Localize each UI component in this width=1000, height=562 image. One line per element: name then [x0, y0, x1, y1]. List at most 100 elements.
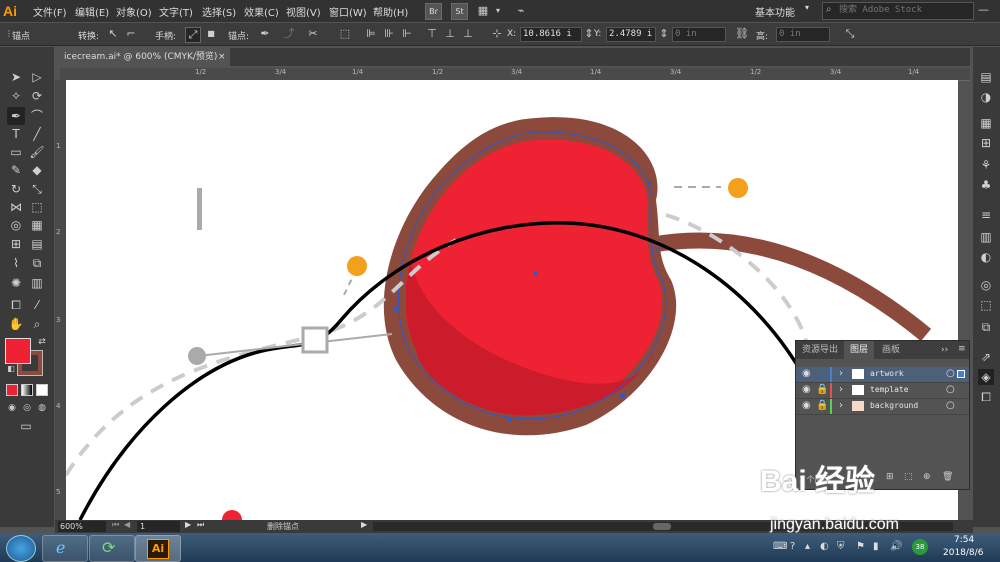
artboards-icon[interactable]: ⧠ — [978, 389, 994, 405]
menu-window[interactable]: 窗口(W) — [329, 4, 367, 19]
illustrator-taskbar-button[interactable]: Ai — [135, 535, 181, 562]
x-field[interactable]: 10.8616 i — [520, 27, 582, 42]
align-right-icon[interactable]: ⊩ — [400, 27, 414, 41]
rectangle-tool-icon[interactable]: ▭ — [7, 143, 25, 161]
menu-select[interactable]: 选择(S) — [202, 4, 236, 19]
menu-object[interactable]: 对象(O) — [116, 4, 152, 19]
connect-anchors-icon[interactable]: ⤴ — [282, 27, 296, 41]
flag-icon[interactable]: ⚑ — [856, 541, 865, 552]
draw-inside-icon[interactable]: ◍ — [33, 399, 51, 417]
eyedropper-tool-icon[interactable]: ⌇ — [7, 254, 25, 272]
mesh-tool-icon[interactable]: ⊞ — [7, 235, 25, 253]
target-icon[interactable]: ○ — [946, 368, 955, 379]
convert-corner-icon[interactable]: ↖ — [106, 27, 120, 41]
lock-icon[interactable]: 🔒 — [816, 384, 828, 395]
gradient-icon[interactable]: ▥ — [978, 229, 994, 245]
update-taskbar-button[interactable]: ⟳ — [89, 535, 135, 562]
slice-tool-icon[interactable]: ⁄ — [28, 296, 46, 314]
clock-date[interactable]: 2018/8/6 — [943, 548, 983, 558]
trash-icon[interactable]: 🗑 — [942, 472, 953, 482]
symbol-sprayer-tool-icon[interactable]: ✺ — [7, 274, 25, 292]
anchor-point[interactable] — [648, 181, 651, 184]
layer-name[interactable]: template — [870, 385, 909, 394]
target-icon[interactable]: ○ — [946, 384, 955, 395]
convert-smooth-icon[interactable]: ⌐ — [124, 27, 138, 41]
symbols-icon[interactable]: ♣ — [978, 177, 994, 193]
gradient-tool-icon[interactable]: ▤ — [28, 235, 46, 253]
arrange-documents-icon[interactable]: ▦ — [476, 4, 490, 18]
lasso-tool-icon[interactable]: ⟳ — [28, 87, 46, 105]
anchor-point[interactable] — [508, 418, 511, 421]
anchor-point[interactable] — [394, 308, 397, 311]
direct-selection-tool-icon[interactable]: ▷ — [28, 68, 46, 86]
bridge-button[interactable]: Br — [425, 3, 442, 20]
zoom-tool-icon[interactable]: ⌕ — [28, 315, 46, 333]
clock-time[interactable]: 7:54 — [954, 535, 974, 545]
cut-path-icon[interactable]: ✂ — [306, 27, 320, 41]
free-transform-tool-icon[interactable]: ⬚ — [28, 198, 46, 216]
minimize-icon[interactable]: — — [978, 3, 989, 16]
network-icon[interactable]: ▮ — [873, 541, 879, 552]
appearance-icon[interactable]: ◎ — [978, 277, 994, 293]
handle-point[interactable] — [188, 347, 206, 365]
next-artboard-icon[interactable]: ▶ — [185, 520, 191, 529]
link-icon[interactable]: ⛓ — [735, 27, 749, 41]
blend-tool-icon[interactable]: ⧉ — [28, 254, 46, 272]
cherry-stem[interactable] — [649, 232, 932, 342]
align-center-icon[interactable]: ⊪ — [382, 27, 396, 41]
brushes-icon[interactable]: ⚘ — [978, 157, 994, 173]
scale-tool-icon[interactable]: ⤡ — [28, 180, 46, 198]
clipping-mask-icon[interactable]: ⬚ — [904, 472, 913, 482]
layer-row-template[interactable]: ◉ 🔒 › template ○ — [796, 383, 969, 399]
chevron-right-icon[interactable]: › — [839, 384, 843, 395]
stroke-icon[interactable]: ≡ — [978, 207, 994, 223]
stock-button[interactable]: St — [451, 3, 468, 20]
hide-handles-icon[interactable]: ■ — [204, 27, 218, 41]
align-icon[interactable]: ⧉ — [978, 319, 994, 335]
screen-mode-icon[interactable]: ▭ — [17, 417, 35, 435]
line-tool-icon[interactable]: ╱ — [28, 125, 46, 143]
transparency-icon[interactable]: ◐ — [978, 249, 994, 265]
tab-layers[interactable]: 图层 — [844, 341, 875, 359]
last-artboard-icon[interactable]: ⏭ — [197, 520, 204, 530]
chevron-right-icon[interactable]: › — [839, 400, 843, 411]
lock-icon[interactable]: 🔒 — [816, 400, 828, 411]
tab-document[interactable]: icecream.ai* @ 600% (CMYK/预览) × — [60, 48, 230, 66]
orange-handle-point[interactable] — [728, 178, 748, 198]
layer-row-artwork[interactable]: ◉ › artwork ○ — [796, 367, 969, 383]
new-layer-icon[interactable]: ⊕ — [923, 472, 931, 482]
keyboard-icon[interactable]: ⌨ — [773, 541, 787, 552]
color-icon[interactable]: ◑ — [978, 89, 994, 105]
menu-effect[interactable]: 效果(C) — [244, 4, 279, 19]
tray-arrow-icon[interactable]: ▴ — [805, 541, 810, 552]
target-icon[interactable]: ○ — [946, 400, 955, 411]
anchor-point[interactable] — [657, 248, 660, 251]
align-top-icon[interactable]: ⊤ — [425, 27, 439, 41]
tab-artboards[interactable]: 画板 — [876, 341, 906, 359]
type-tool-icon[interactable]: T — [7, 125, 25, 143]
collapse-icon[interactable]: ›› — [941, 345, 948, 355]
menu-view[interactable]: 视图(V) — [286, 4, 321, 19]
height-field[interactable]: 0 in — [776, 27, 830, 42]
magic-wand-tool-icon[interactable]: ✧ — [7, 87, 25, 105]
rotate-tool-icon[interactable]: ↻ — [7, 180, 25, 198]
eye-icon[interactable]: ◉ — [802, 368, 811, 379]
graphic-styles-icon[interactable]: ⬚ — [978, 297, 994, 313]
pen-tool-icon[interactable]: ✒ — [7, 107, 25, 125]
tab-asset-export[interactable]: 资源导出 — [796, 341, 844, 359]
shape-builder-tool-icon[interactable]: ◎ — [7, 216, 25, 234]
menu-file[interactable]: 文件(F) — [33, 4, 67, 19]
align-middle-icon[interactable]: ⊥ — [443, 27, 457, 41]
gpu-performance-icon[interactable]: ⌁ — [514, 4, 528, 18]
scrollbar-thumb[interactable] — [653, 523, 671, 530]
sync-icon[interactable]: ◐ — [820, 541, 829, 552]
close-icon[interactable]: × — [218, 48, 226, 66]
anchor-point[interactable] — [534, 272, 537, 275]
stock-search[interactable]: ⌕ — [822, 2, 974, 20]
shaper-tool-icon[interactable]: ✎ — [7, 161, 25, 179]
artboard-field[interactable]: 1 — [137, 521, 180, 532]
chevron-right-icon[interactable]: › — [839, 368, 843, 379]
isolate-icon[interactable]: ⬚ — [338, 27, 352, 41]
anchor-point[interactable] — [620, 393, 625, 398]
menu-help[interactable]: 帮助(H) — [373, 4, 408, 19]
